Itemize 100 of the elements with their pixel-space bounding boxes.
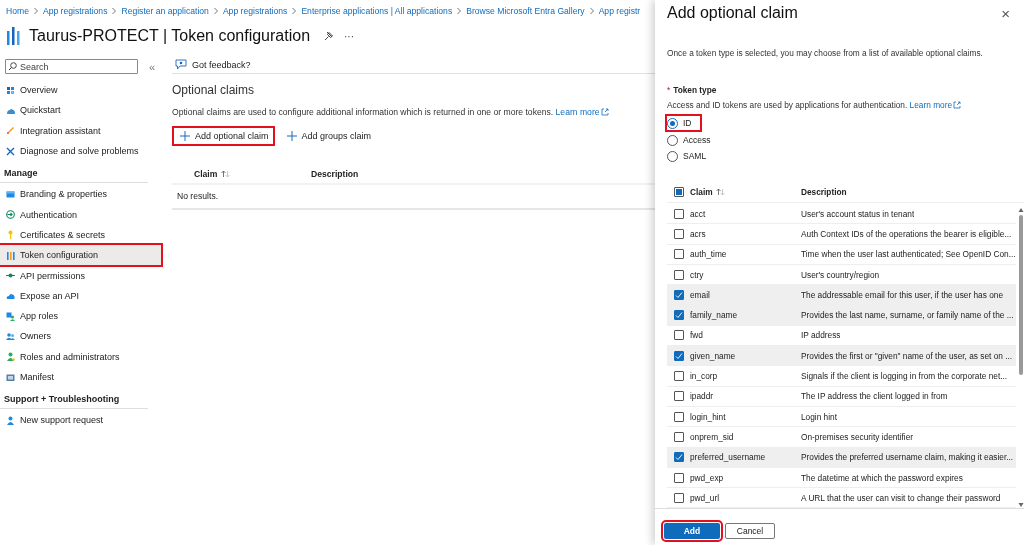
external-link-icon <box>600 108 609 116</box>
card-icon <box>6 189 15 199</box>
search-icon <box>8 62 17 71</box>
table-row[interactable]: family_name Provides the last name, surname, or family name of the ... <box>667 305 1016 326</box>
feedback-button[interactable]: Got feedback? <box>175 59 251 70</box>
table-row[interactable]: acrs Auth Context IDs of the operations the bearer is eligible... <box>667 224 1016 245</box>
breadcrumb-link[interactable]: Enterprise applications | All applications <box>301 5 453 16</box>
chevron-right-icon <box>212 6 219 15</box>
row-checkbox[interactable] <box>674 249 684 260</box>
table-row[interactable]: pwd_exp The datetime at which the password expires <box>667 467 1016 489</box>
nav-item[interactable]: Roles and administrators <box>0 346 161 367</box>
nav-item[interactable]: Authentication <box>0 204 161 225</box>
table-cell-text: auth_time <box>690 249 728 260</box>
row-checkbox[interactable] <box>674 492 684 503</box>
nav-item[interactable]: Branding & properties <box>0 184 161 205</box>
nav-item[interactable]: Integration assistant <box>0 120 161 141</box>
table-row[interactable]: preferred_username Provides the preferred username claim, making it easier... <box>667 447 1016 468</box>
plus-icon <box>286 131 297 141</box>
nav-item[interactable]: App roles <box>0 305 161 327</box>
column-header[interactable]: Description <box>311 168 359 179</box>
table-cell: Auth Context IDs of the operations the bearer is eligible... <box>801 228 1012 239</box>
breadcrumb-link[interactable]: Register an application <box>121 5 209 16</box>
table-cell: Provides the last name, surname, or family name of the ... <box>801 310 1014 321</box>
nav-item[interactable]: New support request <box>0 410 161 431</box>
table-cell: Signals if the client is logging in from the corporate net... <box>801 371 1008 381</box>
row-checkbox[interactable] <box>674 371 684 381</box>
required-mark: * <box>667 85 671 95</box>
table-row[interactable]: email The addressable email for this user, if the user has one <box>667 285 1016 306</box>
nav-item[interactable]: Owners <box>0 326 161 347</box>
collapse-button[interactable]: « <box>146 60 159 73</box>
table-cell-text: given_name <box>690 350 737 361</box>
row-checkbox[interactable] <box>674 289 684 300</box>
row-checkbox[interactable] <box>674 452 684 463</box>
row-checkbox[interactable] <box>674 330 684 341</box>
add-button[interactable]: Add <box>664 522 720 539</box>
table-cell-text: preferred_username <box>690 452 767 463</box>
table-row[interactable]: pwd_url A URL that the user can visit to change their password <box>667 488 1016 509</box>
table-cell-text: acct <box>690 208 707 219</box>
section-header: Manage <box>0 161 148 184</box>
table-cell: User's country/region <box>801 269 880 280</box>
row-checkbox[interactable] <box>674 391 684 402</box>
add-button[interactable]: Add optional claim <box>172 126 275 146</box>
table-row[interactable]: in_corp Signals if the client is logging in from the corporate net... <box>667 366 1016 387</box>
row-checkbox[interactable] <box>674 350 684 361</box>
breadcrumb-link[interactable]: App registrations <box>42 5 108 16</box>
intro-text: Once a token type is selected, you may choose from a list of available optional claims. <box>667 48 984 58</box>
field-label-text: Token type <box>673 85 717 95</box>
table-cell: The IP address the client logged in from <box>801 391 948 402</box>
bars-icon <box>7 27 21 45</box>
table-cell: Login hint <box>801 411 837 422</box>
nav-item[interactable]: Expose an API <box>0 285 161 306</box>
add-button[interactable]: Add groups claim <box>278 126 378 146</box>
row-checkbox[interactable] <box>674 310 684 321</box>
nav-item[interactable]: Overview <box>0 80 161 101</box>
learn-more-link[interactable]: Learn more <box>555 107 609 117</box>
check-icon <box>675 311 683 320</box>
learn-more-link[interactable]: Learn more <box>909 100 962 110</box>
more-button[interactable]: ··· <box>340 30 359 42</box>
key-icon <box>6 230 15 240</box>
table-cell-text: fwd <box>690 330 704 341</box>
nav-item[interactable]: Diagnose and solve problems <box>0 140 161 162</box>
row-checkbox[interactable] <box>674 411 684 422</box>
cancel-button[interactable]: Cancel <box>725 522 775 539</box>
table-cell: Time when the user last authenticated; See OpenID Con... <box>801 249 1016 260</box>
table-row[interactable]: auth_time Time when the user last authenticated; See OpenID Con... <box>667 244 1016 265</box>
breadcrumb-link[interactable]: App registrations <box>222 5 288 16</box>
table-row[interactable]: onprem_sid On-premises security identifier <box>667 427 1016 448</box>
sort-icon <box>715 187 725 196</box>
column-header[interactable]: Description <box>801 186 847 197</box>
table-cell-text: acrs <box>690 228 707 239</box>
table-row[interactable]: ipaddr The IP address the client logged in from <box>667 386 1016 407</box>
nav-item[interactable]: Certificates & secrets <box>0 224 161 246</box>
column-header[interactable]: Claim <box>690 186 801 197</box>
table-cell-text: onprem_sid <box>690 431 735 442</box>
search-field[interactable]: Search <box>5 59 138 74</box>
table-row[interactable]: login_hint Login hint <box>667 406 1016 428</box>
panel-title: Add optional claim <box>667 4 798 22</box>
table-row[interactable]: acct User's account status in tenant <box>667 204 1016 225</box>
chevron-right-icon <box>291 6 298 15</box>
row-checkbox[interactable] <box>674 431 684 442</box>
sort-icon <box>221 169 231 178</box>
nav-item[interactable]: Quickstart <box>0 100 161 121</box>
column-header[interactable]: Claim <box>194 168 311 179</box>
table-row[interactable]: given_name Provides the first or "given" name of the user, as set on ... <box>667 346 1016 367</box>
table-cell: Provides the first or "given" name of the user, as set on ... <box>801 350 1013 361</box>
row-checkbox[interactable] <box>674 269 684 280</box>
nav-item[interactable]: Token configuration <box>0 245 161 266</box>
nav-item[interactable]: API permissions <box>0 265 161 286</box>
row-checkbox[interactable] <box>674 472 684 483</box>
row-checkbox[interactable] <box>674 228 684 239</box>
person-icon <box>6 415 15 425</box>
select-all-checkbox[interactable] <box>674 186 684 197</box>
person-icon <box>6 352 15 362</box>
close-button[interactable]: × <box>999 4 1012 22</box>
nav-item[interactable]: Manifest <box>0 366 161 388</box>
breadcrumb-link[interactable]: App registr <box>598 5 641 16</box>
breadcrumb-link[interactable]: Browse Microsoft Entra Gallery <box>466 5 585 16</box>
radio-label: SAML <box>683 151 707 161</box>
row-checkbox[interactable] <box>674 208 684 219</box>
breadcrumb-link[interactable]: Home <box>6 5 29 16</box>
